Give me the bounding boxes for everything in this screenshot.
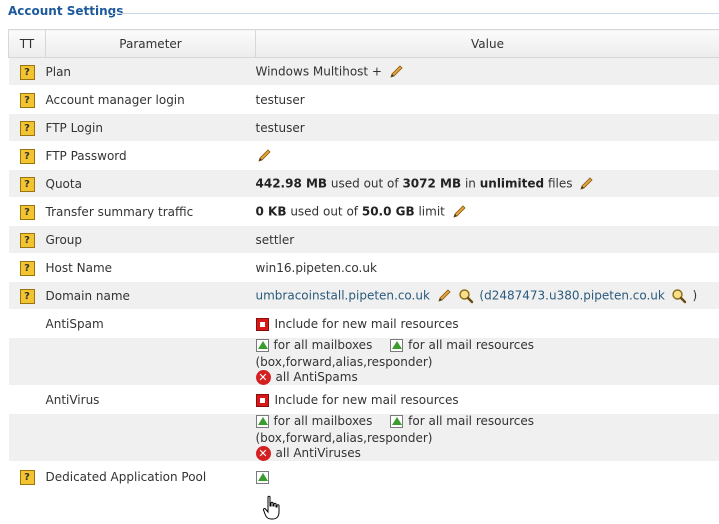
- antispam-all-mail-resources[interactable]: for all mail resources: [408, 338, 534, 352]
- row-group: ? Group settler: [8, 225, 719, 254]
- help-icon[interactable]: ?: [19, 92, 35, 108]
- add-icon[interactable]: [255, 339, 269, 352]
- domain-link[interactable]: umbracoinstall.pipeten.co.uk: [256, 288, 430, 302]
- host-name-value: win16.pipeten.co.uk: [255, 253, 719, 282]
- domain-alias-close: ): [692, 288, 698, 302]
- settings-table: TT Parameter Value ? Plan Windows Multih…: [8, 29, 719, 493]
- plan-value: Windows Multihost +: [255, 64, 383, 78]
- edit-pencil-icon[interactable]: [256, 148, 272, 164]
- ftp-login-value: testuser: [255, 113, 719, 142]
- param-label: Host Name: [45, 253, 256, 282]
- param-label: Dedicated Application Pool: [45, 461, 256, 493]
- row-ftp-login: ? FTP Login testuser: [8, 113, 719, 142]
- param-label: Transfer summary traffic: [45, 197, 256, 226]
- antispam-resource-types: (box,forward,alias,responder): [255, 355, 433, 369]
- row-quota: ? Quota 442.98 MB used out of 3072 MB in…: [8, 169, 719, 198]
- quota-text: in: [464, 176, 476, 190]
- traffic-text: used out of: [290, 204, 359, 218]
- help-icon[interactable]: ?: [19, 148, 35, 164]
- hand-cursor-icon: [262, 495, 280, 520]
- param-label: Plan: [45, 57, 256, 86]
- delete-icon[interactable]: ✕: [255, 446, 271, 461]
- antispam-all-mailboxes[interactable]: for all mailboxes: [274, 338, 373, 352]
- param-label: AntiSpam: [45, 309, 256, 338]
- stop-icon[interactable]: [255, 393, 269, 407]
- magnifier-icon[interactable]: [458, 288, 474, 304]
- quota-total: 3072 MB: [402, 176, 462, 190]
- param-label: Account manager login: [45, 85, 256, 114]
- quota-files-limit: unlimited: [479, 176, 545, 190]
- row-transfer-traffic: ? Transfer summary traffic 0 KB used out…: [8, 197, 719, 226]
- help-icon[interactable]: ?: [19, 260, 35, 276]
- row-antispam: AntiSpam Include for new mail resources: [8, 309, 719, 338]
- param-label: AntiVirus: [45, 385, 256, 414]
- row-host-name: ? Host Name win16.pipeten.co.uk: [8, 253, 719, 282]
- traffic-used: 0 KB: [255, 204, 287, 218]
- param-label: Group: [45, 225, 256, 254]
- manager-value: testuser: [255, 85, 719, 114]
- help-icon[interactable]: ?: [19, 120, 35, 136]
- column-header-tt: TT: [8, 29, 46, 58]
- section-divider: [112, 13, 719, 14]
- row-dedicated-app-pool: ? Dedicated Application Pool: [8, 461, 719, 493]
- antivirus-remove-all[interactable]: all AntiViruses: [276, 446, 361, 460]
- param-label: Quota: [45, 169, 256, 198]
- add-icon[interactable]: [390, 339, 404, 352]
- magnifier-icon[interactable]: [671, 288, 687, 304]
- domain-alias: (d2487473.u380.pipeten.co.uk: [479, 288, 665, 302]
- quota-text: used out of: [330, 176, 399, 190]
- antivirus-all-mail-resources[interactable]: for all mail resources: [408, 414, 534, 428]
- help-icon[interactable]: ?: [19, 64, 35, 80]
- help-icon[interactable]: ?: [19, 232, 35, 248]
- row-plan: ? Plan Windows Multihost +: [8, 57, 719, 86]
- row-antispam-actions: for all mailboxes for all mail resources…: [8, 337, 719, 386]
- add-icon[interactable]: [255, 415, 269, 428]
- antivirus-include-label: Include for new mail resources: [274, 392, 459, 407]
- table-header-row: TT Parameter Value: [8, 29, 719, 58]
- edit-pencil-icon[interactable]: [388, 64, 404, 80]
- column-header-parameter: Parameter: [45, 29, 256, 58]
- row-domain-name: ? Domain name umbracoinstall.pipeten.co.…: [8, 281, 719, 310]
- antispam-remove-all[interactable]: all AntiSpams: [276, 370, 358, 384]
- row-ftp-password: ? FTP Password: [8, 141, 719, 170]
- edit-pencil-icon[interactable]: [451, 204, 467, 220]
- traffic-text: limit: [418, 204, 445, 218]
- quota-text: files: [547, 176, 573, 190]
- edit-pencil-icon[interactable]: [578, 176, 594, 192]
- traffic-limit: 50.0 GB: [361, 204, 415, 218]
- row-antivirus: AntiVirus Include for new mail resources: [8, 385, 719, 414]
- section-header: Account Settings: [0, 0, 719, 22]
- add-icon[interactable]: [390, 415, 404, 428]
- group-value: settler: [255, 225, 719, 254]
- param-label: FTP Password: [45, 141, 256, 170]
- row-antivirus-actions: for all mailboxes for all mail resources…: [8, 413, 719, 462]
- antispam-include-label: Include for new mail resources: [274, 316, 459, 331]
- antivirus-all-mailboxes[interactable]: for all mailboxes: [274, 414, 373, 428]
- section-title: Account Settings: [8, 4, 128, 18]
- stop-icon[interactable]: [255, 317, 269, 331]
- enable-icon[interactable]: [255, 471, 269, 484]
- help-icon[interactable]: ?: [19, 470, 35, 485]
- param-label: FTP Login: [45, 113, 256, 142]
- help-icon[interactable]: ?: [19, 204, 35, 220]
- param-label: Domain name: [45, 281, 256, 310]
- quota-used: 442.98 MB: [255, 176, 328, 190]
- help-icon[interactable]: ?: [19, 288, 35, 304]
- column-header-value: Value: [255, 29, 719, 58]
- antivirus-resource-types: (box,forward,alias,responder): [255, 431, 433, 445]
- row-account-manager-login: ? Account manager login testuser: [8, 85, 719, 114]
- edit-pencil-icon[interactable]: [436, 288, 452, 304]
- help-icon[interactable]: ?: [19, 176, 35, 192]
- delete-icon[interactable]: ✕: [255, 370, 271, 385]
